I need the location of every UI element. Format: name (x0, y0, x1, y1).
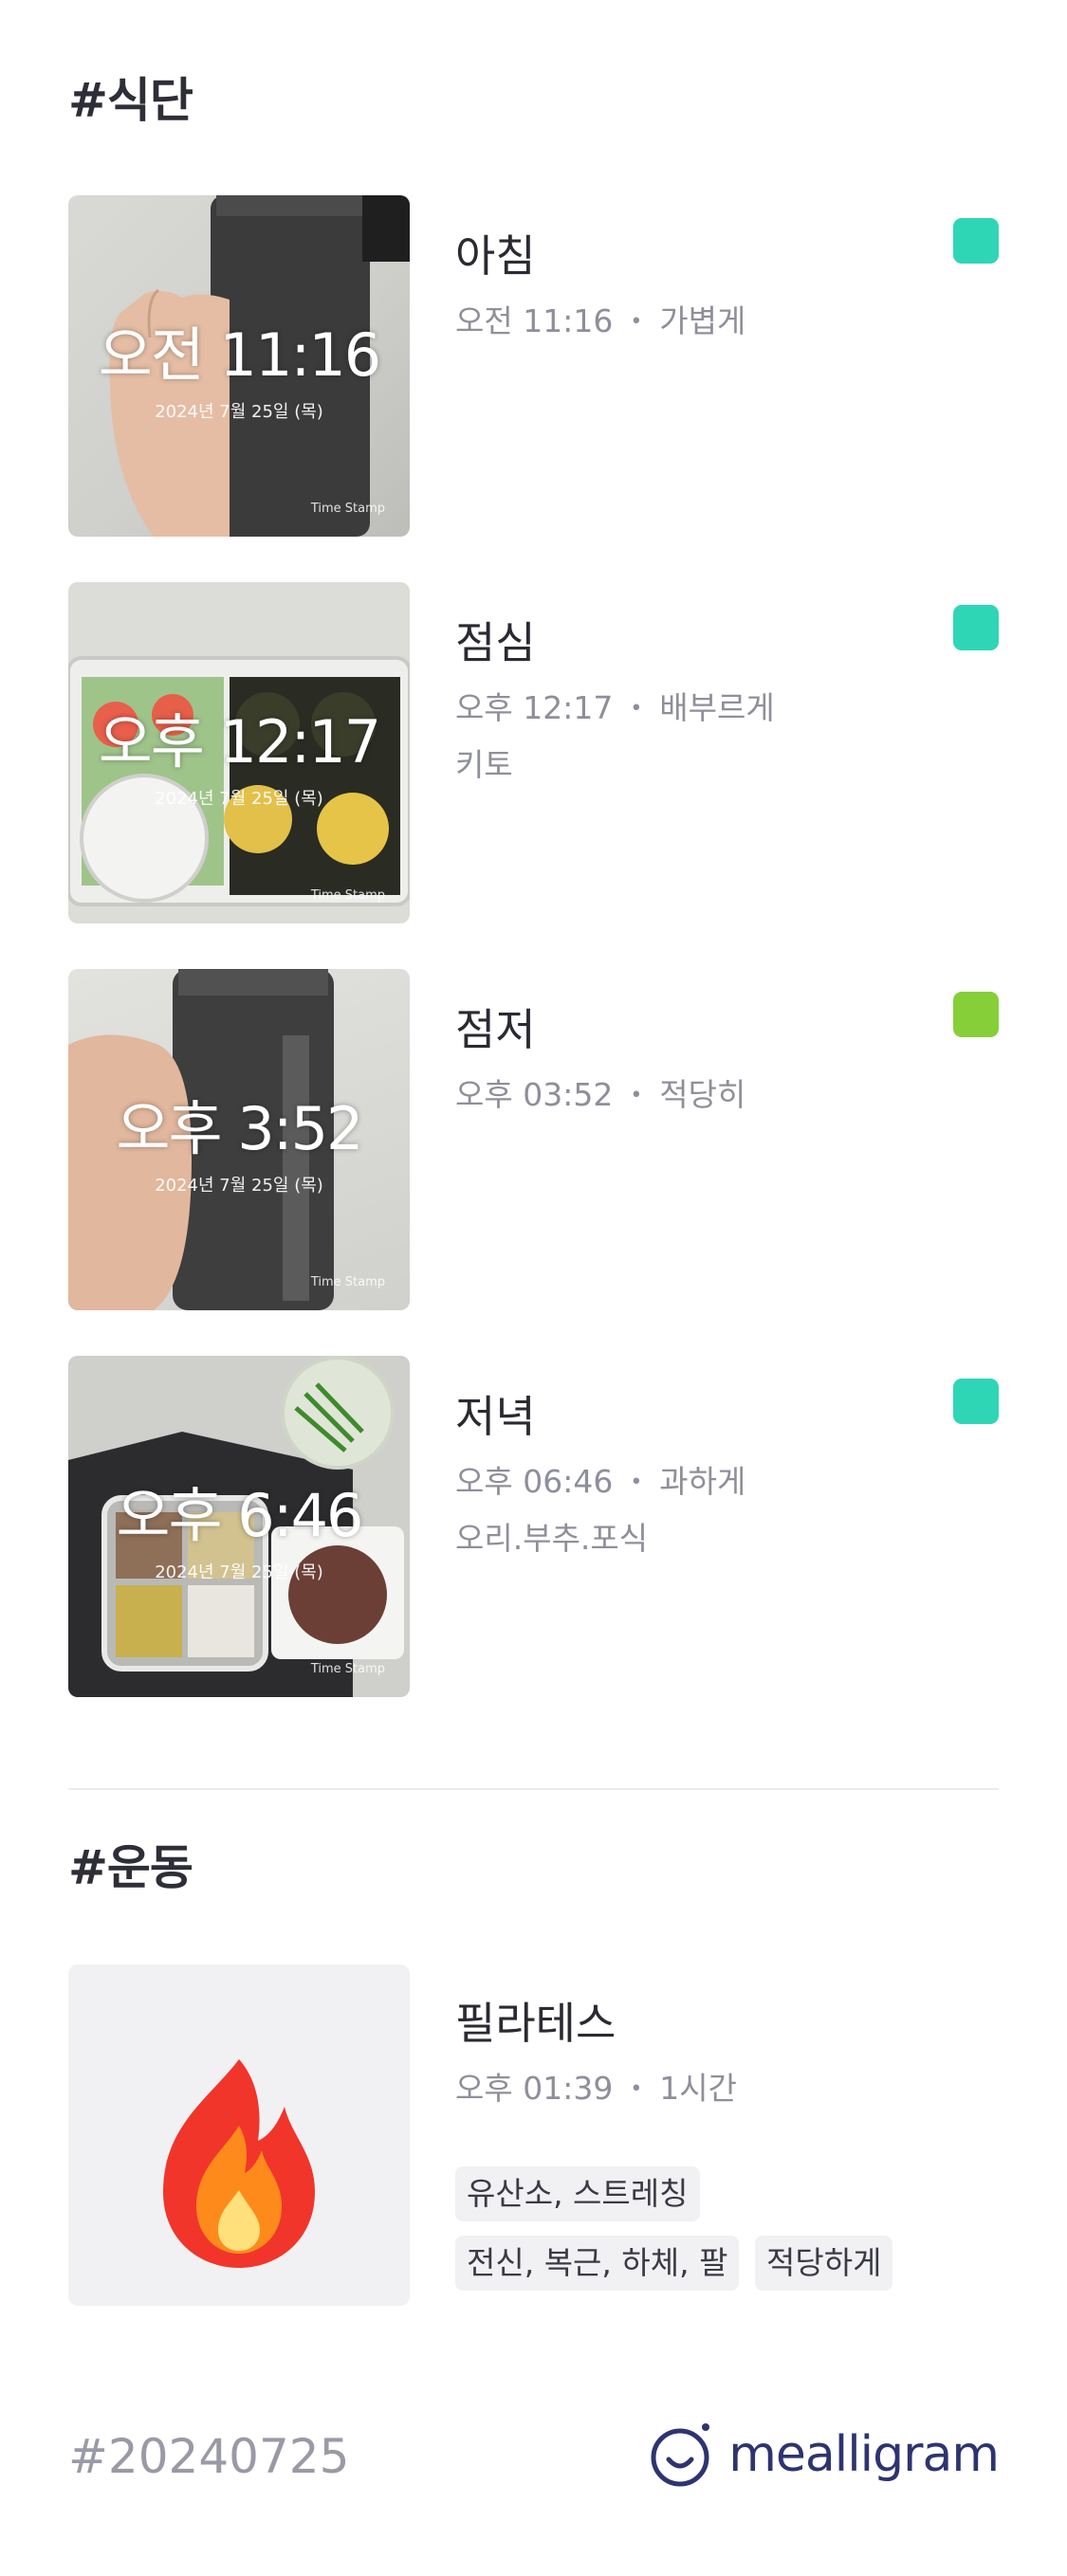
photo-timestamp-brand: Time Stamp (310, 1662, 385, 1676)
photo-timestamp-brand: Time Stamp (310, 1275, 385, 1289)
meal-meta: 오후 06:46 • 과하게 (455, 1456, 745, 1502)
exercise-tag-intensity: 적당하게 (755, 2236, 893, 2291)
meal-item-lunch[interactable]: 오후 12:17 2024년 7월 25일 (목) Time Stamp 점심 … (68, 582, 999, 923)
meal-item-breakfast[interactable]: 오전 11:16 2024년 7월 25일 (목) Time Stamp 아침 … (68, 195, 999, 537)
meal-time: 오후 03:52 (455, 1076, 614, 1113)
exercise-time: 오후 01:39 (455, 2070, 614, 2107)
meal-name: 아침 (455, 230, 536, 282)
exercise-duration: 1시간 (659, 2070, 738, 2107)
meal-time: 오후 12:17 (455, 689, 614, 726)
brand-logo: mealligram (649, 2420, 1000, 2490)
meal-meta: 오후 03:52 • 적당히 (455, 1069, 745, 1115)
separator-dot: • (630, 310, 643, 334)
meal-status-indicator (953, 605, 999, 650)
exercise-meta: 오후 01:39 • 1시간 (455, 2063, 737, 2109)
meal-item-dinner[interactable]: 오후 6:46 2024년 7월 25일 (목) Time Stamp 저녁 오… (68, 1356, 999, 1697)
photo-timestamp-date: 2024년 7월 25일 (목) (155, 789, 323, 809)
exercise-tag-type: 유산소, 스트레칭 (455, 2166, 700, 2221)
photo-timestamp-time: 오전 11:16 (98, 320, 381, 390)
meal-amount: 배부르게 (659, 689, 775, 726)
photo-timestamp-date: 2024년 7월 25일 (목) (155, 1176, 323, 1196)
meal-status-indicator (953, 218, 999, 264)
meal-status-indicator (953, 992, 999, 1037)
meal-photo[interactable]: 오후 6:46 2024년 7월 25일 (목) Time Stamp (68, 1356, 410, 1697)
photo-timestamp-time: 오후 12:17 (98, 707, 381, 776)
meal-photo[interactable]: 오후 12:17 2024년 7월 25일 (목) Time Stamp (68, 582, 410, 923)
photo-timestamp-brand: Time Stamp (310, 502, 385, 516)
exercise-tag-body-parts: 전신, 복근, 하체, 팔 (455, 2236, 740, 2291)
meal-time: 오전 11:16 (455, 302, 614, 339)
meal-time: 오후 06:46 (455, 1463, 614, 1500)
photo-timestamp-time: 오후 3:52 (116, 1094, 363, 1163)
photo-timestamp-date: 2024년 7월 25일 (목) (155, 1562, 323, 1582)
exercise-thumbnail[interactable] (68, 1964, 410, 2306)
meal-photo[interactable]: 오후 3:52 2024년 7월 25일 (목) Time Stamp (68, 969, 410, 1310)
meal-name: 저녁 (455, 1391, 536, 1442)
exercise-section-title: #운동 (68, 1840, 193, 1895)
footer-date-tag: #20240725 (68, 2429, 350, 2484)
meal-name: 점저 (455, 1004, 536, 1055)
fire-icon (163, 2059, 315, 2268)
brand-name: mealligram (728, 2426, 1000, 2483)
meal-name: 점심 (455, 617, 536, 668)
smile-logo-icon (651, 2423, 710, 2487)
meals-section-title: #식단 (68, 73, 193, 128)
meal-meta: 오후 12:17 • 배부르게 (455, 683, 775, 728)
meal-meta: 오전 11:16 • 가볍게 (455, 296, 745, 341)
meal-note: 오리.부추.포식 (455, 1520, 649, 1557)
section-divider (68, 1788, 999, 1790)
meal-amount: 적당히 (659, 1076, 746, 1113)
separator-dot: • (630, 697, 643, 721)
meal-status-indicator (953, 1379, 999, 1424)
photo-timestamp-time: 오후 6:46 (116, 1481, 363, 1550)
meal-item-late-lunch[interactable]: 오후 3:52 2024년 7월 25일 (목) Time Stamp 점저 오… (68, 969, 999, 1310)
separator-dot: • (630, 2077, 643, 2101)
photo-timestamp-date: 2024년 7월 25일 (목) (155, 402, 323, 422)
meal-amount: 가볍게 (659, 302, 746, 339)
photo-timestamp-brand: Time Stamp (310, 888, 385, 903)
meal-amount: 과하게 (659, 1463, 746, 1500)
meal-photo[interactable]: 오전 11:16 2024년 7월 25일 (목) Time Stamp (68, 195, 410, 537)
separator-dot: • (630, 1084, 643, 1107)
meal-note: 키토 (455, 746, 513, 783)
separator-dot: • (630, 1471, 643, 1494)
exercise-name: 필라테스 (455, 1998, 616, 2049)
